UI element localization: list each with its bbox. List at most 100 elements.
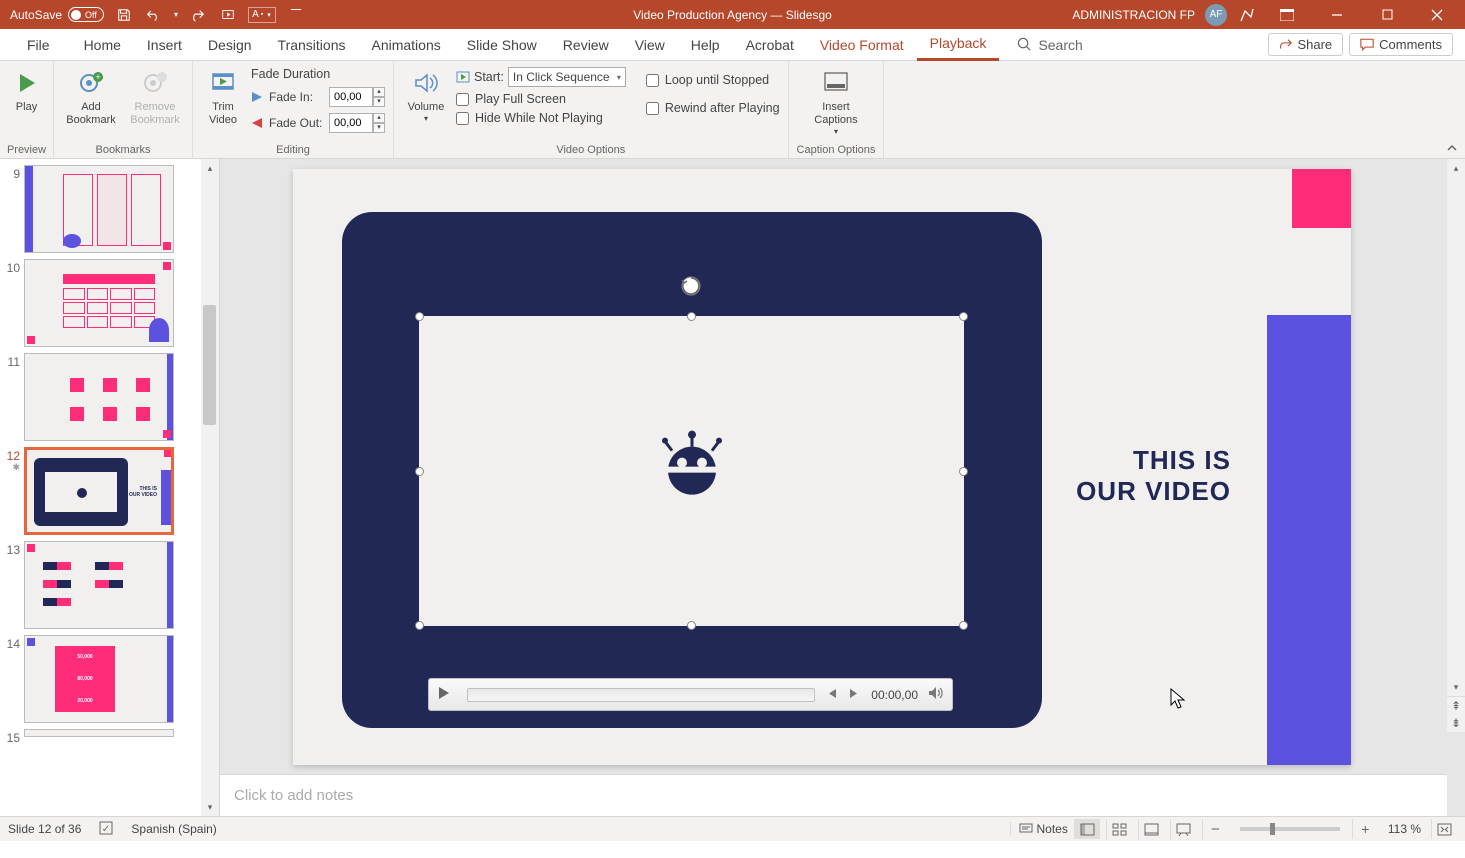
reading-view-button[interactable] <box>1138 819 1164 839</box>
search-button[interactable]: Search <box>1017 37 1082 53</box>
save-icon[interactable] <box>114 5 134 25</box>
language-status[interactable]: Spanish (Spain) <box>131 822 216 836</box>
rewind-option[interactable]: Rewind after Playing <box>646 101 780 115</box>
scroll-up-icon[interactable]: ▴ <box>201 159 219 177</box>
coming-soon-icon[interactable] <box>1237 5 1257 25</box>
tab-file[interactable]: File <box>14 29 63 61</box>
fade-in-down[interactable]: ▾ <box>373 97 385 107</box>
from-beginning-button[interactable] <box>218 5 238 25</box>
fade-out-down[interactable]: ▾ <box>373 123 385 133</box>
slide-title-text[interactable]: THIS IS OUR VIDEO <box>1076 445 1231 507</box>
close-button[interactable] <box>1417 2 1457 28</box>
scroll-down-icon[interactable]: ▾ <box>201 798 219 816</box>
normal-view-button[interactable] <box>1074 819 1100 839</box>
sel-handle-tc[interactable] <box>687 312 696 321</box>
tab-insert[interactable]: Insert <box>134 29 195 61</box>
undo-dropdown[interactable]: ▾ <box>174 10 178 19</box>
loop-checkbox[interactable] <box>646 74 659 87</box>
video-play-button[interactable] <box>437 686 457 703</box>
tab-help[interactable]: Help <box>678 29 733 61</box>
thumbnail-slide-14[interactable]: 14 50,00080,00020,000 <box>4 635 201 723</box>
maximize-button[interactable] <box>1367 2 1407 28</box>
tab-animations[interactable]: Animations <box>358 29 453 61</box>
video-step-forward-button[interactable] <box>848 687 861 703</box>
add-bookmark-button[interactable]: + Add Bookmark <box>62 65 120 127</box>
zoom-in-button[interactable]: + <box>1352 819 1378 839</box>
qat-customize[interactable]: ⎺ <box>286 5 306 25</box>
next-slide-button[interactable]: ⇟ <box>1447 714 1465 732</box>
zoom-out-button[interactable]: − <box>1202 819 1228 839</box>
tab-home[interactable]: Home <box>71 29 134 61</box>
tab-slideshow[interactable]: Slide Show <box>454 29 550 61</box>
thumbnail-slide-11[interactable]: 11 <box>4 353 201 441</box>
slide-counter[interactable]: Slide 12 of 36 <box>8 822 81 836</box>
tab-transitions[interactable]: Transitions <box>265 29 359 61</box>
start-dropdown[interactable]: In Click Sequence ▾ <box>508 67 626 87</box>
slideshow-view-button[interactable] <box>1170 819 1196 839</box>
fade-in-up[interactable]: ▴ <box>373 87 385 97</box>
notes-pane[interactable]: Click to add notes <box>220 774 1447 816</box>
thumbnail-scrollbar[interactable]: ▴ ▾ <box>201 159 219 816</box>
video-placeholder[interactable] <box>419 316 964 626</box>
user-name[interactable]: ADMINISTRACION FP <box>1072 8 1195 22</box>
notes-toggle[interactable]: Notes <box>1010 822 1068 836</box>
ribbon-display-button[interactable] <box>1267 2 1307 28</box>
fade-in-spinner[interactable]: ▴▾ <box>329 87 385 107</box>
tab-playback[interactable]: Playback <box>917 29 1000 61</box>
zoom-slider[interactable] <box>1240 827 1340 831</box>
play-full-screen-checkbox[interactable] <box>456 93 469 106</box>
rewind-checkbox[interactable] <box>646 102 659 115</box>
video-step-back-button[interactable] <box>825 687 838 703</box>
play-full-screen-option[interactable]: Play Full Screen <box>456 92 626 106</box>
scroll-up-icon[interactable]: ▴ <box>1447 159 1465 177</box>
slide-sorter-view-button[interactable] <box>1106 819 1132 839</box>
minimize-button[interactable] <box>1317 2 1357 28</box>
sel-handle-br[interactable] <box>959 621 968 630</box>
sel-handle-bl[interactable] <box>415 621 424 630</box>
play-button[interactable]: Play <box>7 65 47 114</box>
loop-option[interactable]: Loop until Stopped <box>646 73 780 87</box>
fit-to-window-button[interactable] <box>1431 819 1457 839</box>
fade-in-input[interactable] <box>329 87 373 107</box>
share-button[interactable]: Share <box>1268 33 1343 56</box>
volume-button[interactable]: Volume ▾ <box>402 65 450 124</box>
scroll-down-icon[interactable]: ▾ <box>1447 678 1465 696</box>
sel-handle-tr[interactable] <box>959 312 968 321</box>
scroll-handle[interactable] <box>203 305 216 425</box>
undo-button[interactable] <box>144 5 164 25</box>
tab-acrobat[interactable]: Acrobat <box>733 29 807 61</box>
qat-font-button[interactable]: A▪▾ <box>248 7 276 23</box>
zoom-knob[interactable] <box>1270 823 1275 835</box>
zoom-level[interactable]: 113 % <box>1384 822 1425 836</box>
trim-video-button[interactable]: Trim Video <box>201 65 245 127</box>
thumbnail-slide-13[interactable]: 13 <box>4 541 201 629</box>
video-volume-button[interactable] <box>928 686 944 703</box>
tab-video-format[interactable]: Video Format <box>807 29 917 61</box>
tab-view[interactable]: View <box>622 29 678 61</box>
fade-out-up[interactable]: ▴ <box>373 113 385 123</box>
rotate-handle[interactable] <box>679 274 703 298</box>
fade-out-input[interactable] <box>329 113 373 133</box>
insert-captions-button[interactable]: Insert Captions ▾ <box>805 65 867 137</box>
canvas-scrollbar[interactable]: ▴ ▾ ⇞ ⇟ <box>1447 159 1465 732</box>
sel-handle-bc[interactable] <box>687 621 696 630</box>
user-avatar[interactable]: AF <box>1205 4 1227 26</box>
tab-review[interactable]: Review <box>550 29 622 61</box>
thumbnail-slide-15[interactable]: 15 <box>4 729 201 745</box>
sel-handle-mr[interactable] <box>959 467 968 476</box>
hide-while-option[interactable]: Hide While Not Playing <box>456 111 626 125</box>
sel-handle-ml[interactable] <box>415 467 424 476</box>
collapse-ribbon-button[interactable] <box>1439 61 1465 158</box>
fade-out-spinner[interactable]: ▴▾ <box>329 113 385 133</box>
autosave-toggle[interactable]: Off <box>68 7 104 22</box>
prev-slide-button[interactable]: ⇞ <box>1447 696 1465 714</box>
tab-design[interactable]: Design <box>195 29 265 61</box>
thumbnail-slide-12[interactable]: 12✱ THIS ISOUR VIDEO <box>4 447 201 535</box>
remove-bookmark-button[interactable]: Remove Bookmark <box>126 65 184 127</box>
accessibility-icon[interactable]: ✓ <box>99 821 113 838</box>
sel-handle-tl[interactable] <box>415 312 424 321</box>
redo-button[interactable] <box>188 5 208 25</box>
slide[interactable]: 00:00,00 THIS IS OUR VIDEO <box>293 169 1351 765</box>
comments-button[interactable]: Comments <box>1349 33 1453 56</box>
hide-while-checkbox[interactable] <box>456 112 469 125</box>
